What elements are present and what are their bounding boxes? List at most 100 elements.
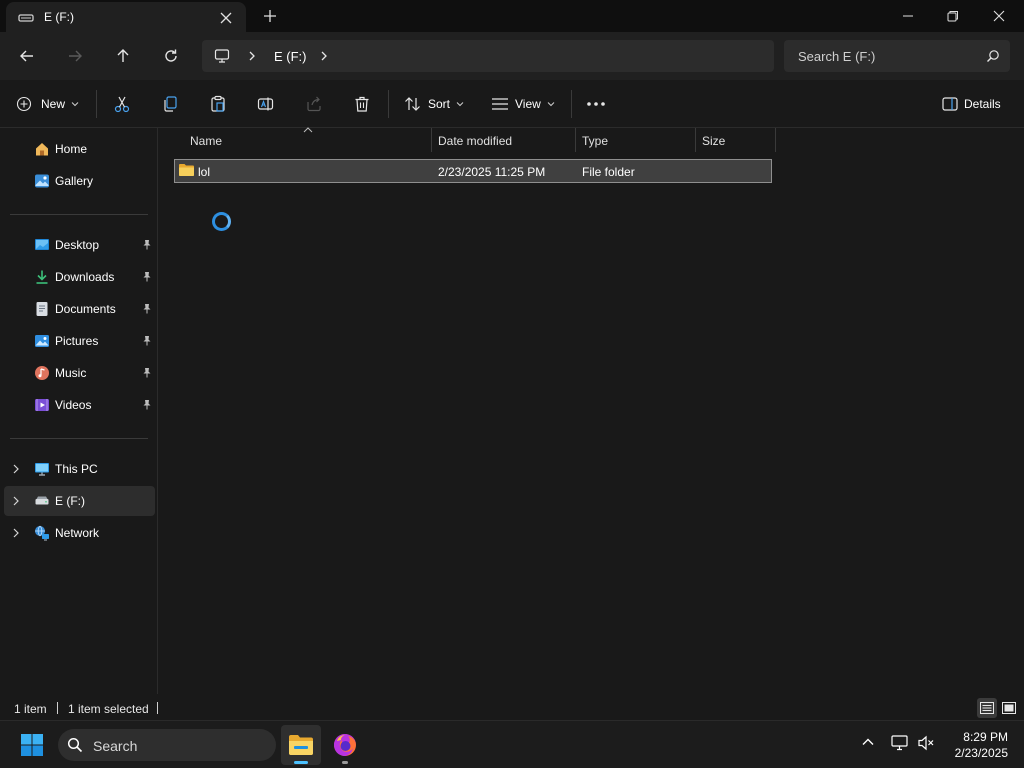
delete-button[interactable] [353,92,371,116]
view-button-label: View [515,97,541,111]
table-row[interactable]: lol 2/23/2025 11:25 PM File folder [174,159,772,183]
pin-icon[interactable] [142,303,152,314]
new-tab-button[interactable] [260,6,280,26]
sidebar-divider [10,214,148,215]
minimize-button[interactable] [885,0,931,32]
pin-icon[interactable] [142,399,152,410]
share-button[interactable] [305,92,323,116]
sidebar-item-home[interactable]: Home [4,134,155,164]
this-pc-icon[interactable] [214,48,230,64]
chevron-right-icon[interactable] [246,49,258,63]
firefox-icon [333,734,356,756]
more-icon [587,102,605,106]
rename-button[interactable] [257,92,275,116]
drive-icon [18,11,34,23]
pin-icon[interactable] [142,335,152,346]
details-button[interactable]: Details [942,92,1001,116]
file-explorer-icon [289,735,313,755]
sidebar-item-label: Videos [55,398,92,412]
view-icon [492,98,508,110]
file-name: lol [198,165,211,179]
folder-icon [178,163,195,177]
tiles-view-button[interactable] [999,698,1019,718]
busy-cursor-icon [212,212,231,231]
sidebar-item-label: Downloads [55,270,115,284]
sidebar-item-pictures[interactable]: Pictures [4,326,155,356]
new-button[interactable]: New [16,92,79,116]
sidebar-item-gallery[interactable]: Gallery [4,166,155,196]
delete-icon [355,96,369,112]
sidebar-item-label: Pictures [55,334,99,348]
pin-icon[interactable] [142,271,152,282]
network-status-icon[interactable] [891,735,909,751]
refresh-button[interactable] [159,44,183,68]
sidebar-item-downloads[interactable]: Downloads [4,262,155,292]
start-button[interactable] [12,725,52,765]
search-input[interactable]: Search E (F:) [784,40,1010,72]
network-icon [34,525,50,541]
more-options-button[interactable] [586,92,606,116]
up-button[interactable] [111,44,135,68]
copy-button[interactable] [161,92,179,116]
column-header-name[interactable]: Name [183,128,431,154]
chevron-down-icon [547,102,555,107]
paste-icon [211,95,225,112]
details-view-icon [980,702,994,714]
sort-button-label: Sort [428,97,451,111]
restore-button[interactable] [930,0,976,32]
pin-icon[interactable] [142,239,152,250]
taskbar: Search 8:29 PM 2/23/2025 [0,720,1024,768]
column-header-size[interactable]: Size [695,128,775,154]
this-pc-icon [34,461,50,477]
chevron-right-icon[interactable] [12,464,20,474]
gallery-icon [34,173,50,189]
drive-icon [34,493,50,509]
file-explorer-taskbar-button[interactable] [281,725,321,765]
firefox-taskbar-button[interactable] [325,725,365,765]
back-button[interactable] [15,44,39,68]
sidebar-item-desktop[interactable]: Desktop [4,230,155,260]
paste-button[interactable] [209,92,227,116]
sidebar-item-music[interactable]: Music [4,358,155,388]
taskbar-search[interactable]: Search [58,729,276,761]
clock-time: 8:29 PM [963,730,1008,744]
active-app-indicator [294,761,308,764]
chevron-up-icon[interactable] [861,735,875,749]
add-icon [16,96,32,112]
file-list: Name Date modified Type Size lol 2/23/20… [159,127,1024,694]
desktop-icon [34,237,50,253]
sidebar-item-documents[interactable]: Documents [4,294,155,324]
address-bar[interactable]: E (F:) [202,40,774,72]
sidebar-item-e-drive[interactable]: E (F:) [4,486,155,516]
sidebar-item-network[interactable]: Network [4,518,155,548]
sidebar-item-label: Gallery [55,174,94,188]
share-icon [307,96,321,112]
column-header-date-modified[interactable]: Date modified [431,128,575,154]
close-window-button[interactable] [976,0,1022,32]
cut-button[interactable] [113,92,131,116]
details-view-button[interactable] [977,698,997,718]
system-clock[interactable]: 8:29 PM 2/23/2025 [948,729,1008,761]
tiles-view-icon [1002,702,1016,714]
sidebar-item-this-pc[interactable]: This PC [4,454,155,484]
column-header-type[interactable]: Type [575,128,695,154]
pin-icon[interactable] [142,367,152,378]
navigation-pane: Home Gallery Desktop Downloads Documents [0,128,158,694]
sidebar-item-label: Network [55,526,100,540]
breadcrumb-e-drive[interactable]: E (F:) [274,49,307,64]
chevron-down-icon [71,102,79,107]
tab-e-drive[interactable]: E (F:) [6,2,246,32]
cut-icon [114,96,130,113]
volume-muted-icon[interactable] [917,735,935,751]
chevron-right-icon[interactable] [318,49,330,63]
close-tab-icon[interactable] [216,8,236,28]
command-bar: New Sort View Details [0,80,1024,128]
forward-button[interactable] [63,44,87,68]
chevron-right-icon[interactable] [12,528,20,538]
view-button[interactable]: View [491,92,555,116]
new-button-label: New [41,97,66,111]
status-bar: 1 item 1 item selected [0,694,1024,720]
chevron-right-icon[interactable] [12,496,20,506]
sidebar-item-videos[interactable]: Videos [4,390,155,420]
sort-button[interactable]: Sort [404,92,464,116]
